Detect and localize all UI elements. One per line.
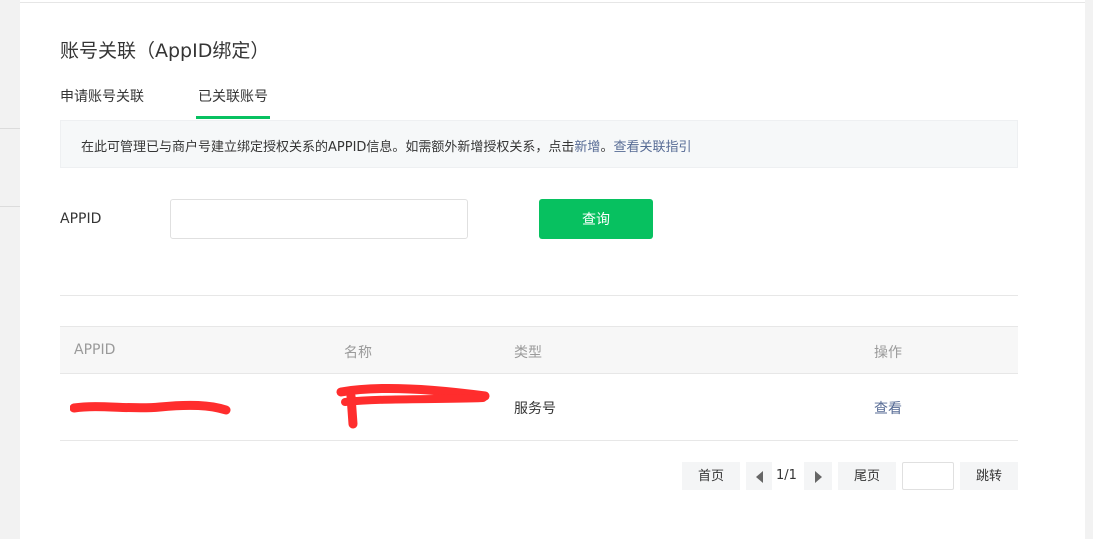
tab-apply-association[interactable]: 申请账号关联	[60, 86, 144, 106]
guide-link[interactable]: 查看关联指引	[613, 140, 691, 155]
column-header-appid: APPID	[74, 342, 116, 358]
redacted-name	[336, 384, 490, 429]
associated-table: APPID 名称 类型 操作 服务号 查看	[60, 326, 1018, 441]
view-link[interactable]: 查看	[874, 398, 902, 418]
column-header-name: 名称	[344, 345, 372, 361]
right-edge	[1085, 0, 1093, 539]
jump-button[interactable]: 跳转	[960, 462, 1018, 490]
table-row: 服务号 查看	[60, 374, 1018, 441]
page-title: 账号关联（AppID绑定）	[60, 40, 270, 62]
info-notice: 在此可管理已与商户号建立绑定授权关系的APPID信息。如需额外新增授权关系，点击…	[60, 120, 1018, 168]
add-link[interactable]: 新增	[574, 140, 600, 155]
appid-input[interactable]	[170, 199, 468, 239]
table-header: APPID 名称 类型 操作	[60, 326, 1018, 374]
triangle-left-icon	[755, 470, 763, 483]
account-type: 服务号	[514, 401, 556, 417]
redacted-appid	[70, 400, 231, 415]
page-jump-input[interactable]	[902, 462, 954, 490]
section-divider	[60, 295, 1018, 296]
notice-text: 在此可管理已与商户号建立绑定授权关系的APPID信息。如需额外新增授权关系，点击	[81, 140, 575, 155]
notice-separator: 。	[600, 140, 614, 155]
first-page-button[interactable]: 首页	[682, 462, 740, 490]
next-page-button[interactable]	[804, 462, 832, 490]
column-header-action: 操作	[874, 345, 902, 361]
sidebar-divider	[0, 206, 20, 207]
triangle-right-icon	[814, 470, 822, 483]
top-border	[20, 2, 1093, 3]
query-button[interactable]: 查询	[539, 199, 653, 239]
tab-associated-accounts[interactable]: 已关联账号	[196, 86, 270, 119]
last-page-button[interactable]: 尾页	[838, 462, 896, 490]
page-indicator: 1/1	[776, 468, 797, 483]
column-header-type: 类型	[514, 345, 542, 361]
sidebar-divider	[0, 128, 20, 129]
left-sidebar-edge	[0, 0, 20, 539]
appid-label: APPID	[60, 211, 102, 227]
prev-page-button[interactable]	[746, 462, 772, 490]
